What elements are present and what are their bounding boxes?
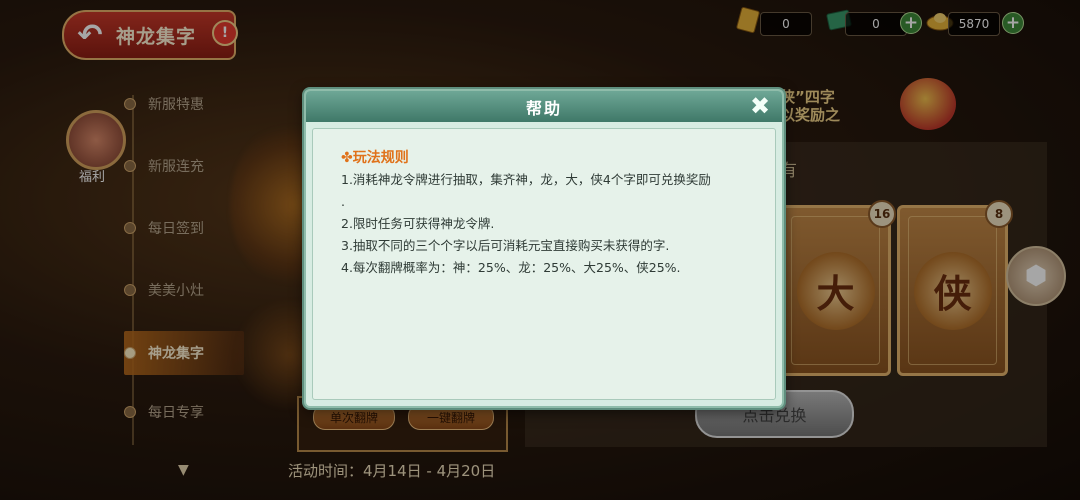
rule-line-1: 1.消耗神龙令牌进行抽取，集齐神，龙，大，侠4个字即可兑换奖励	[341, 172, 711, 187]
rule-line-3: 3.抽取不同的三个个字以后可消耗元宝直接购买未获得的字.	[341, 238, 670, 253]
help-dialog: 帮助 ✖ ✤玩法规则 1.消耗神龙令牌进行抽取，集齐神，龙，大，侠4个字即可兑换…	[304, 89, 784, 408]
rule-line-2: 2.限时任务可获得神龙令牌.	[341, 216, 495, 231]
dialog-body: ✤玩法规则 1.消耗神龙令牌进行抽取，集齐神，龙，大，侠4个字即可兑换奖励 . …	[312, 128, 776, 400]
dialog-header: 帮助 ✖	[306, 91, 782, 122]
rule-line-dot: .	[341, 194, 345, 209]
rules-heading: ✤玩法规则	[341, 150, 409, 166]
close-icon[interactable]: ✖	[746, 92, 774, 120]
rule-line-4: 4.每次翻牌概率为：神：25%、龙：25%、大25%、侠25%.	[341, 260, 681, 275]
dialog-title: 帮助	[525, 98, 562, 118]
